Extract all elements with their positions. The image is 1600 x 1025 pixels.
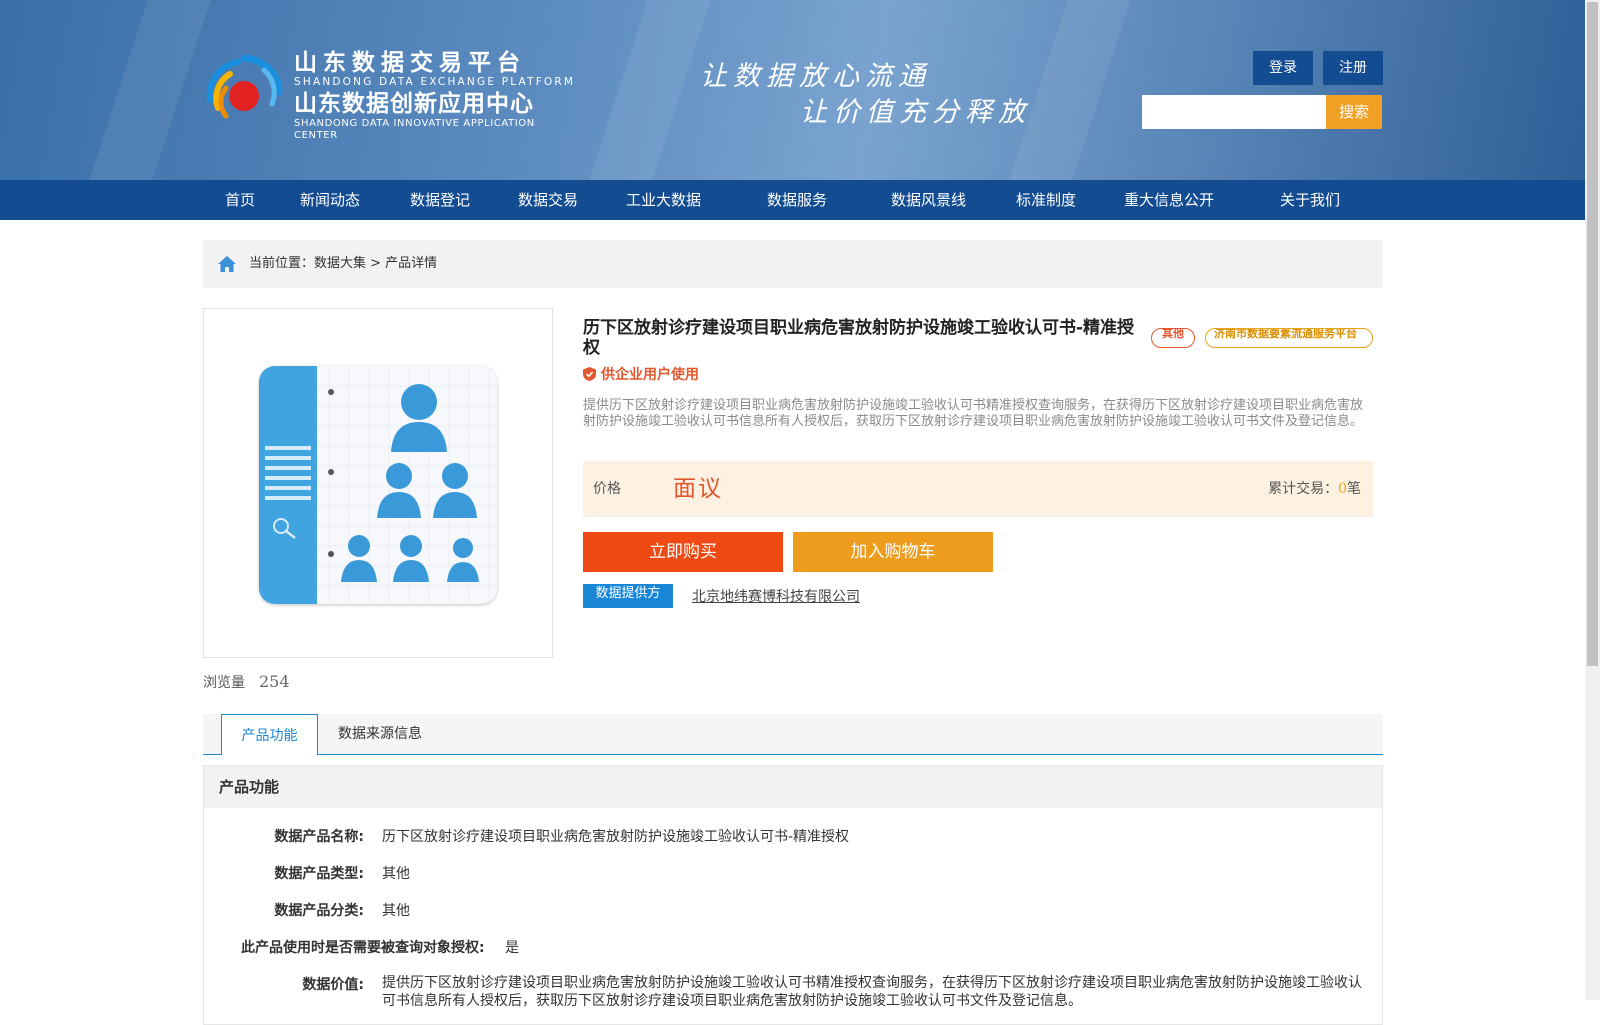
header-decoration: [81, 0, 219, 180]
views-counter: 浏览量 254: [203, 672, 290, 692]
detail-label: 此产品使用时是否需要被查询对象授权:: [241, 940, 485, 956]
nav-item-standards[interactable]: 标准制度: [1016, 180, 1076, 220]
slogan-line-2: 让价值充分释放: [800, 97, 1031, 128]
trade-count: 累计交易：0笔: [1268, 461, 1361, 517]
product-description: 提供历下区放射诊疗建设项目职业病危害放射防护设施竣工验收认可书精准授权查询服务，…: [583, 398, 1364, 429]
details-panel: 产品功能 数据产品名称: 历下区放射诊疗建设项目职业病危害放射防护设施竣工验收认…: [203, 765, 1383, 1025]
price-value: 面议: [673, 476, 723, 502]
detail-value: 提供历下区放射诊疗建设项目职业病危害放射防护设施竣工验收认可书精准授权查询服务，…: [382, 975, 1362, 1009]
add-to-cart-button[interactable]: 加入购物车: [793, 532, 993, 572]
nav-item-disclosure[interactable]: 重大信息公开: [1124, 180, 1214, 220]
scrollbar-thumb[interactable]: [1587, 2, 1598, 666]
product-image-frame: [203, 308, 553, 658]
buy-now-button[interactable]: 立即购买: [583, 532, 783, 572]
search-input[interactable]: [1142, 95, 1326, 129]
product-title: 历下区放射诊疗建设项目职业病危害放射防护设施竣工验收认可书-精准授权: [583, 318, 1135, 358]
login-button[interactable]: 登录: [1253, 51, 1313, 85]
platform-tag: 济南市数据要素流通服务平台: [1205, 328, 1373, 348]
logo-title-cn: 山东数据交易平台: [294, 50, 526, 76]
site-header: 山东数据交易平台 SHANDONG DATA EXCHANGE PLATFORM…: [0, 0, 1585, 180]
nav-item-industrial-big-data[interactable]: 工业大数据: [626, 180, 701, 220]
detail-label: 数据价值:: [302, 977, 364, 993]
detail-tabs: 产品功能 数据来源信息: [203, 714, 1383, 755]
details-heading: 产品功能: [204, 766, 1382, 808]
logo-icon: [206, 54, 282, 119]
main-nav: 首页 新闻动态 数据登记 数据交易 工业大数据 数据服务 数据风景线 标准制度 …: [0, 180, 1585, 220]
detail-label: 数据产品分类:: [274, 903, 364, 919]
page-scrollbar[interactable]: [1585, 0, 1600, 1000]
trade-prefix: 累计交易：: [1268, 481, 1339, 497]
views-count: 254: [259, 672, 290, 691]
trade-suffix: 笔: [1347, 481, 1361, 497]
register-button[interactable]: 注册: [1323, 51, 1383, 85]
price-label: 价格: [593, 481, 621, 497]
logo-title-en: SHANDONG DATA EXCHANGE PLATFORM: [294, 76, 576, 88]
nav-item-data-registration[interactable]: 数据登记: [410, 180, 470, 220]
detail-label: 数据产品类型:: [274, 866, 364, 882]
nav-item-data-trading[interactable]: 数据交易: [518, 180, 578, 220]
nav-item-news[interactable]: 新闻动态: [300, 180, 360, 220]
shield-check-icon: [583, 367, 596, 381]
slogan-line-1: 让数据放心流通: [700, 61, 931, 92]
logo-subtitle-cn: 山东数据创新应用中心: [294, 91, 534, 117]
views-label: 浏览量: [203, 675, 245, 691]
provider-link[interactable]: 北京地纬赛博科技有限公司: [692, 586, 860, 606]
audience-text: 供企业用户使用: [601, 367, 699, 383]
nav-item-data-landscape[interactable]: 数据风景线: [891, 180, 966, 220]
product-image: [259, 366, 497, 604]
breadcrumb-text: 当前位置：数据大集 > 产品详情: [249, 256, 438, 271]
nav-item-data-services[interactable]: 数据服务: [767, 180, 827, 220]
nav-item-about[interactable]: 关于我们: [1280, 180, 1340, 220]
search-button[interactable]: 搜索: [1326, 95, 1382, 129]
category-tag: 其他: [1151, 328, 1195, 348]
detail-value: 其他: [382, 866, 410, 882]
tab-data-source[interactable]: 数据来源信息: [338, 714, 422, 754]
detail-value: 是: [505, 940, 519, 956]
detail-label: 数据产品名称:: [274, 829, 364, 845]
tab-product-function[interactable]: 产品功能: [221, 714, 318, 755]
trade-number: 0: [1338, 481, 1347, 497]
price-panel: 价格 面议 累计交易：0笔: [583, 461, 1373, 517]
site-logo[interactable]: 山东数据交易平台 SHANDONG DATA EXCHANGE PLATFORM…: [200, 44, 580, 141]
logo-subtitle-en: SHANDONG DATA INNOVATIVE APPLICATION CEN…: [294, 118, 535, 141]
home-icon: [218, 256, 236, 272]
detail-value: 其他: [382, 903, 410, 919]
provider-badge: 数据提供方: [583, 584, 673, 608]
header-decoration: [581, 0, 719, 180]
nav-item-home[interactable]: 首页: [225, 180, 255, 220]
product-illustration: [259, 366, 497, 604]
detail-value: 历下区放射诊疗建设项目职业病危害放射防护设施竣工验收认可书-精准授权: [382, 829, 850, 845]
breadcrumb: 当前位置：数据大集 > 产品详情: [203, 240, 1383, 288]
audience-note: 供企业用户使用: [583, 364, 699, 384]
